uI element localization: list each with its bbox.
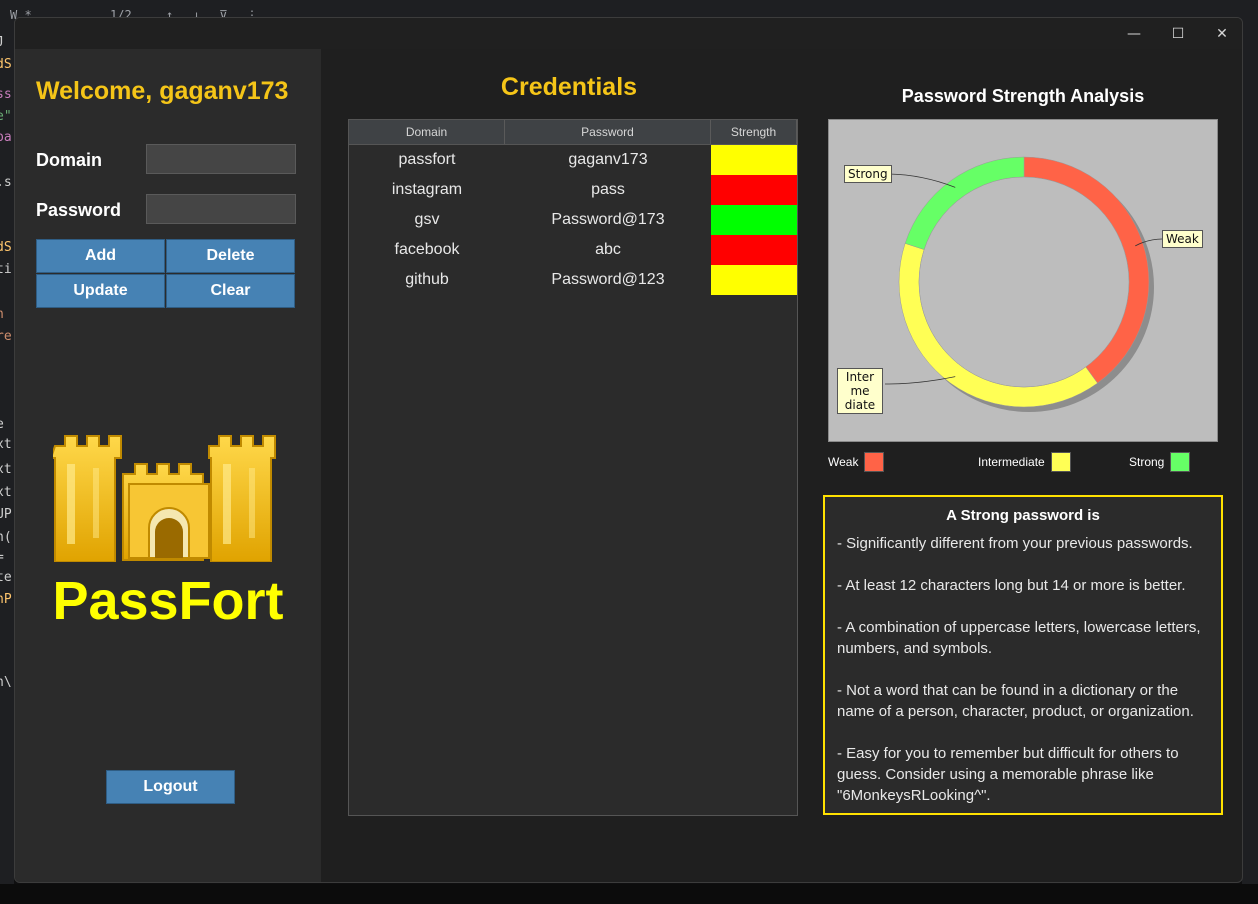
table-row[interactable]: gsv Password@173 [349,205,797,235]
legend-swatch [1170,452,1191,472]
background-bottom-bar [0,884,1258,904]
info-title: A Strong password is [946,507,1100,524]
table-row[interactable]: passfort gaganv173 [349,145,797,175]
cell-password[interactable]: gaganv173 [505,145,711,175]
background-code-fragment: nP [0,592,12,607]
cell-domain[interactable]: instagram [349,175,505,205]
close-button[interactable]: ✕ [1200,18,1242,49]
credentials-table[interactable]: Domain Password Strength passfort gaganv1… [348,119,798,816]
background-code-fragment: xt [0,485,12,500]
background-code-fragment: = [0,550,4,565]
column-header-password[interactable]: Password [505,120,711,144]
background-code-fragment: n( [0,530,12,545]
strength-chart: Weak Interme diate Strong [828,119,1218,442]
legend-item-intermediate: Intermediate [978,452,1071,472]
cell-domain[interactable]: github [349,265,505,295]
legend-swatch [864,452,885,472]
background-code-fragment: te [0,570,12,585]
column-header-domain[interactable]: Domain [349,120,505,144]
logout-button[interactable]: Logout [106,770,235,804]
legend-label: Strong [1129,455,1165,469]
add-button[interactable]: Add [36,239,165,273]
background-code-fragment: J [0,35,4,50]
table-row[interactable]: github Password@123 [349,265,797,295]
background-code-fragment: dS [0,57,12,72]
background-editor-edge [1242,30,1258,890]
callout-strong: Strong [844,165,892,183]
cell-strength-indicator[interactable] [711,265,797,295]
info-item: - A combination of uppercase letters, lo… [837,619,1201,657]
cell-strength-indicator[interactable] [711,145,797,175]
background-code-fragment: dS [0,240,12,255]
legend-item-weak: Weak [828,452,885,472]
background-code-fragment: xt [0,437,12,452]
background-code-fragment: UP [0,507,12,522]
background-code-fragment: ti [0,262,12,277]
background-code-fragment: n\ [0,675,12,690]
domain-label: Domain [36,150,103,170]
cell-strength-indicator[interactable] [711,235,797,265]
clear-button[interactable]: Clear [166,274,295,308]
sidebar: Welcome, gaganv173 Domain Password Add D… [15,49,321,882]
chart-title: Password Strength Analysis [901,86,1145,106]
legend-item-strong: Strong [1129,452,1191,472]
minimize-button[interactable]: — [1112,18,1156,49]
password-label: Password [36,200,122,220]
delete-button[interactable]: Delete [166,239,295,273]
background-code-fragment: pa [0,130,12,145]
strong-password-info: A Strong password is - Significantly dif… [823,495,1223,815]
info-item: - At least 12 characters long but 14 or … [837,577,1186,594]
cell-password[interactable]: Password@123 [505,265,711,295]
cell-password[interactable]: pass [505,175,711,205]
maximize-button[interactable]: ☐ [1156,18,1200,49]
cell-password[interactable]: Password@173 [505,205,711,235]
cell-strength-indicator[interactable] [711,205,797,235]
info-item: - Not a word that can be found in a dict… [837,682,1194,720]
callout-weak: Weak [1162,230,1203,248]
info-item: - Significantly different from your prev… [837,535,1193,552]
cell-strength-indicator[interactable] [711,175,797,205]
background-code-fragment: re [0,329,12,344]
background-code-fragment: xt [0,462,12,477]
callout-intermediate: Interme diate [837,368,883,414]
update-button[interactable]: Update [36,274,165,308]
passfort-window: — ☐ ✕ Welcome, gaganv173 Domain Password… [14,17,1243,883]
title-bar[interactable]: — ☐ ✕ [15,18,1242,49]
table-row[interactable]: facebook abc [349,235,797,265]
brand-name: PassFort [52,571,284,631]
welcome-heading: Welcome, gaganv173 [36,77,289,105]
legend-label: Intermediate [978,455,1045,469]
legend-label: Weak [828,455,859,469]
cell-domain[interactable]: facebook [349,235,505,265]
table-row[interactable]: instagram pass [349,175,797,205]
background-code-fragment: .s [0,175,12,190]
castle-logo-icon [49,434,285,563]
cell-domain[interactable]: passfort [349,145,505,175]
credentials-title: Credentials [500,73,638,101]
background-code-fragment: n [0,307,4,322]
info-item: - Easy for you to remember but difficult… [837,745,1179,804]
background-code-fragment: e [0,417,4,432]
cell-domain[interactable]: gsv [349,205,505,235]
info-list: - Significantly different from your prev… [837,533,1209,806]
background-editor-gutter: JdS ss e" pa .s dS ti n re e xt xt xt UP n( = te nP n\ [0,30,14,890]
cell-password[interactable]: abc [505,235,711,265]
password-input[interactable] [146,194,296,224]
domain-input[interactable] [146,144,296,174]
table-body: passfort gaganv173 instagram pass gsv Passwor… [349,145,797,295]
legend-swatch [1050,452,1071,472]
background-code-fragment: e" [0,109,12,124]
column-header-strength[interactable]: Strength [711,120,797,144]
chart-legend: Weak Intermediate Strong [828,452,1218,474]
table-header: Domain Password Strength [349,120,797,145]
donut-hole [918,176,1130,388]
background-code-fragment: ss [0,87,12,102]
